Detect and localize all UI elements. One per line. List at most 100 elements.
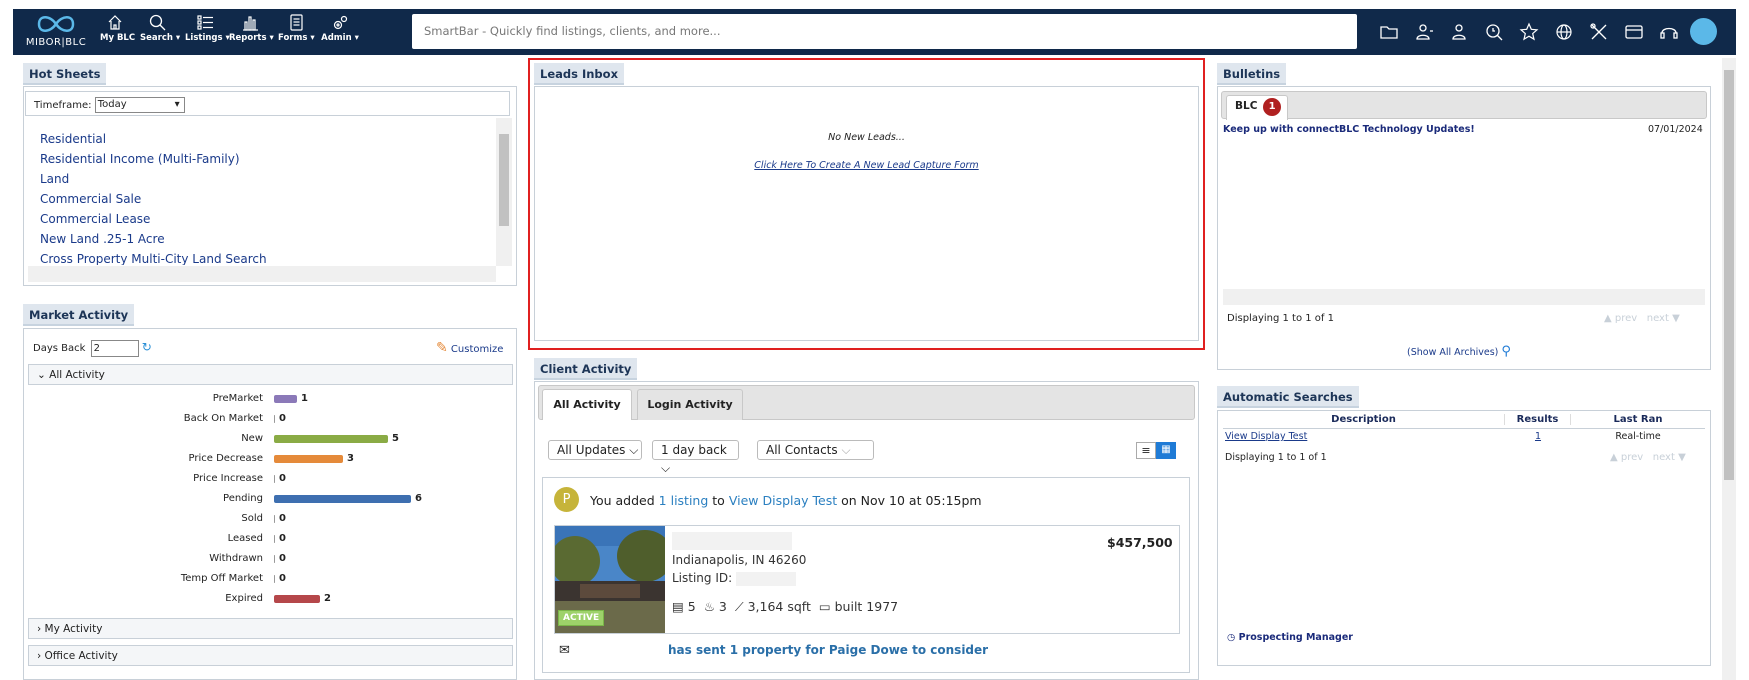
nav-my-blc[interactable]: My BLC (100, 14, 135, 52)
prospecting-manager-link[interactable]: ◷ Prospecting Manager (1227, 632, 1353, 643)
bulletins-count-badge: 1 (1263, 98, 1282, 116)
bulletins-pagination: ▲ prev next ▼ (1604, 313, 1680, 324)
contacts-filter-dropdown[interactable]: All Contacts ⌵ (757, 440, 874, 460)
market-activity-bar[interactable] (274, 535, 275, 543)
globe-icon[interactable] (1553, 21, 1575, 43)
saved-search-link[interactable]: View Display Test (729, 493, 837, 508)
calendar-icon: ▭ (818, 599, 831, 614)
activity-to: to (712, 493, 725, 508)
page-vertical-scrollbar[interactable] (1722, 58, 1736, 680)
nav-admin[interactable]: Admin ▾ (321, 14, 359, 52)
tab-login-activity[interactable]: Login Activity (637, 389, 743, 420)
market-activity-row[interactable]: Withdrawn 0 (143, 550, 443, 568)
office-activity-accordion[interactable]: › Office Activity (28, 645, 513, 666)
hot-sheet-commercial-lease[interactable]: Commercial Lease (40, 209, 267, 229)
refresh-icon[interactable]: ↻ (142, 340, 152, 354)
header-results[interactable]: Results (1505, 414, 1571, 425)
bulletins-next[interactable]: next ▼ (1647, 313, 1680, 324)
document-icon (289, 14, 303, 31)
create-lead-form-link[interactable]: Click Here To Create A New Lead Capture … (534, 160, 1199, 171)
magnify-clock-icon[interactable] (1483, 21, 1505, 43)
nav-listings[interactable]: Listings ▾ (185, 14, 230, 52)
market-activity-bar[interactable] (274, 415, 275, 423)
listing-status-badge: ACTIVE (558, 610, 605, 626)
listing-sqft: 3,164 sqft (747, 599, 811, 614)
market-activity-bar[interactable] (274, 495, 411, 503)
updates-filter-dropdown[interactable]: All Updates ⌵ (548, 440, 642, 460)
activity-suffix: on Nov 10 at 05:15pm (841, 493, 982, 508)
auto-searches-next[interactable]: next ▼ (1653, 452, 1686, 463)
hot-sheet-residential-income[interactable]: Residential Income (Multi-Family) (40, 149, 267, 169)
nav-forms[interactable]: Forms ▾ (278, 14, 315, 52)
market-activity-row[interactable]: New 5 (143, 430, 443, 448)
all-activity-accordion[interactable]: ⌄ All Activity (28, 364, 513, 385)
market-activity-row[interactable]: Sold 0 (143, 510, 443, 528)
smartbar-search-input[interactable]: SmartBar - Quickly find listings, client… (412, 14, 1357, 49)
hot-sheet-new-land[interactable]: New Land .25-1 Acre (40, 229, 267, 249)
bulletins-prev[interactable]: ▲ prev (1604, 313, 1637, 324)
market-activity-row[interactable]: Temp Off Market 0 (143, 570, 443, 588)
market-activity-bar[interactable] (274, 395, 297, 403)
hot-sheet-cross-property[interactable]: Cross Property Multi-City Land Search (40, 249, 267, 265)
my-activity-accordion[interactable]: › My Activity (28, 618, 513, 639)
bulletin-item-title[interactable]: Keep up with connectBLC Technology Updat… (1223, 124, 1475, 135)
customize-button[interactable]: ✎ Customize (436, 340, 503, 356)
market-activity-bar[interactable] (274, 595, 320, 603)
hot-sheets-horizontal-scrollbar[interactable] (28, 266, 496, 282)
auto-search-description-link[interactable]: View Display Test (1225, 431, 1307, 442)
market-activity-value: 6 (415, 493, 422, 504)
hot-sheet-residential[interactable]: Residential (40, 129, 267, 149)
auto-search-results-link[interactable]: 1 (1505, 431, 1571, 442)
header-description[interactable]: Description (1223, 414, 1505, 425)
sent-property-message[interactable]: has sent 1 property for Paige Dowe to co… (668, 643, 988, 657)
market-activity-bar[interactable] (274, 515, 275, 523)
nav-reports[interactable]: Reports ▾ (229, 14, 274, 52)
grid-view-button[interactable]: ▦ (1156, 442, 1176, 459)
timeframe-select[interactable]: Today (94, 97, 185, 113)
support-icon[interactable] (1658, 21, 1680, 43)
show-all-archives-link[interactable]: (Show All Archives) ⚲ (1407, 344, 1511, 359)
market-activity-row[interactable]: Pending 6 (143, 490, 443, 508)
tab-all-activity[interactable]: All Activity (542, 389, 632, 420)
market-activity-value: 0 (279, 553, 286, 564)
market-activity-bar[interactable] (274, 455, 343, 463)
days-filter-dropdown[interactable]: 1 day back ⌵ (652, 440, 739, 475)
bulletins-horizontal-scrollbar[interactable] (1223, 289, 1705, 305)
hot-sheets-scroll-thumb[interactable] (499, 134, 509, 226)
person-icon[interactable] (1448, 21, 1470, 43)
market-activity-row[interactable]: Leased 0 (143, 530, 443, 548)
listing-count-link[interactable]: 1 listing (659, 493, 709, 508)
bulletins-tab-blc[interactable]: BLC 1 (1226, 95, 1288, 120)
auto-searches-prev[interactable]: ▲ prev (1610, 452, 1643, 463)
mibor-blc-logo[interactable]: MIBOR|BLC (25, 12, 87, 52)
market-activity-row[interactable]: PreMarket 1 (143, 390, 443, 408)
days-back-input[interactable]: 2 (90, 340, 139, 357)
market-activity-bar[interactable] (274, 575, 275, 583)
market-activity-label: Price Increase (193, 473, 263, 484)
hot-sheets-title: Hot Sheets (23, 63, 107, 85)
market-activity-row[interactable]: Expired 2 (143, 590, 443, 608)
user-avatar[interactable] (1690, 18, 1717, 45)
market-activity-bar[interactable] (274, 435, 388, 443)
market-activity-bar[interactable] (274, 555, 275, 563)
market-activity-row[interactable]: Price Decrease 3 (143, 450, 443, 468)
page-scroll-thumb[interactable] (1724, 70, 1734, 480)
market-activity-bar[interactable] (274, 475, 275, 483)
hot-sheet-commercial-sale[interactable]: Commercial Sale (40, 189, 267, 209)
nav-search[interactable]: Search ▾ (140, 14, 180, 52)
market-activity-row[interactable]: Back On Market 0 (143, 410, 443, 428)
hot-sheets-vertical-scrollbar[interactable] (496, 118, 512, 266)
market-activity-value: 5 (392, 433, 399, 444)
hot-sheet-land[interactable]: Land (40, 169, 267, 189)
tools-icon[interactable] (1588, 21, 1610, 43)
star-icon[interactable] (1518, 21, 1540, 43)
folder-icon[interactable] (1378, 21, 1400, 43)
header-last-ran[interactable]: Last Ran (1571, 414, 1705, 425)
nav-forms-label: Forms ▾ (278, 33, 315, 43)
card-icon[interactable] (1623, 21, 1645, 43)
contacts-icon[interactable] (1413, 21, 1435, 43)
list-view-button[interactable]: ≡ (1136, 442, 1156, 459)
office-activity-label: Office Activity (44, 650, 118, 662)
leads-inbox-panel (534, 86, 1199, 341)
market-activity-row[interactable]: Price Increase 0 (143, 470, 443, 488)
